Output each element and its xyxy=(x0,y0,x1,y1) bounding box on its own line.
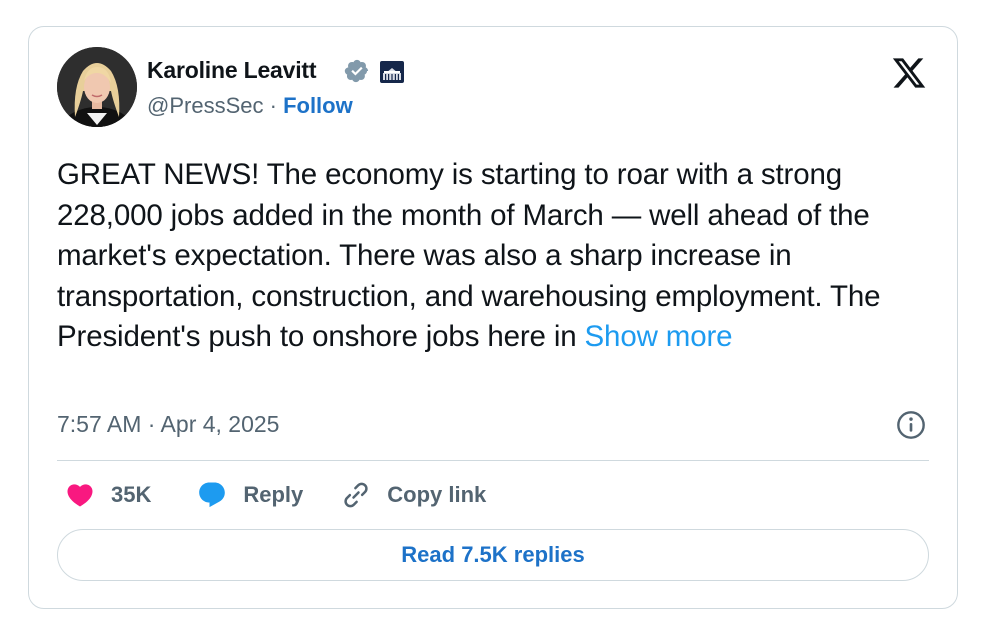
tweet-timestamp[interactable]: 7:57 AM · Apr 4, 2025 xyxy=(57,411,279,438)
reply-button[interactable]: Reply xyxy=(197,480,303,510)
white-house-flag-icon xyxy=(380,61,404,83)
like-count: 35K xyxy=(111,482,152,507)
heart-icon xyxy=(67,484,93,507)
separator-dot: · xyxy=(269,93,277,118)
verified-badge-icon xyxy=(344,59,369,83)
handle-row: @PressSec · Follow xyxy=(147,93,353,119)
copy-link-button[interactable]: Copy link xyxy=(341,480,486,510)
like-button[interactable]: 35K xyxy=(65,480,151,510)
show-more-link[interactable]: Show more xyxy=(585,320,733,353)
reply-bubble-icon xyxy=(199,482,226,508)
divider xyxy=(57,460,929,461)
tweet-card: Karoline Leavitt @PressSec · Follow GREA… xyxy=(28,26,958,609)
link-icon xyxy=(344,482,368,508)
x-logo-icon[interactable] xyxy=(891,55,927,91)
info-icon[interactable] xyxy=(895,409,927,441)
copy-link-label: Copy link xyxy=(387,482,487,507)
avatar[interactable] xyxy=(57,47,137,127)
follow-button[interactable]: Follow xyxy=(283,93,353,118)
reply-label: Reply xyxy=(243,482,304,507)
author-handle[interactable]: @PressSec xyxy=(147,93,263,118)
read-replies-button[interactable]: Read 7.5K replies xyxy=(57,529,929,581)
action-bar: 35K Reply Copy link xyxy=(57,477,486,513)
author-name[interactable]: Karoline Leavitt xyxy=(147,57,317,84)
tweet-text-block: GREAT NEWS! The economy is starting to r… xyxy=(57,155,937,358)
tweet-text: GREAT NEWS! The economy is starting to r… xyxy=(57,158,881,353)
